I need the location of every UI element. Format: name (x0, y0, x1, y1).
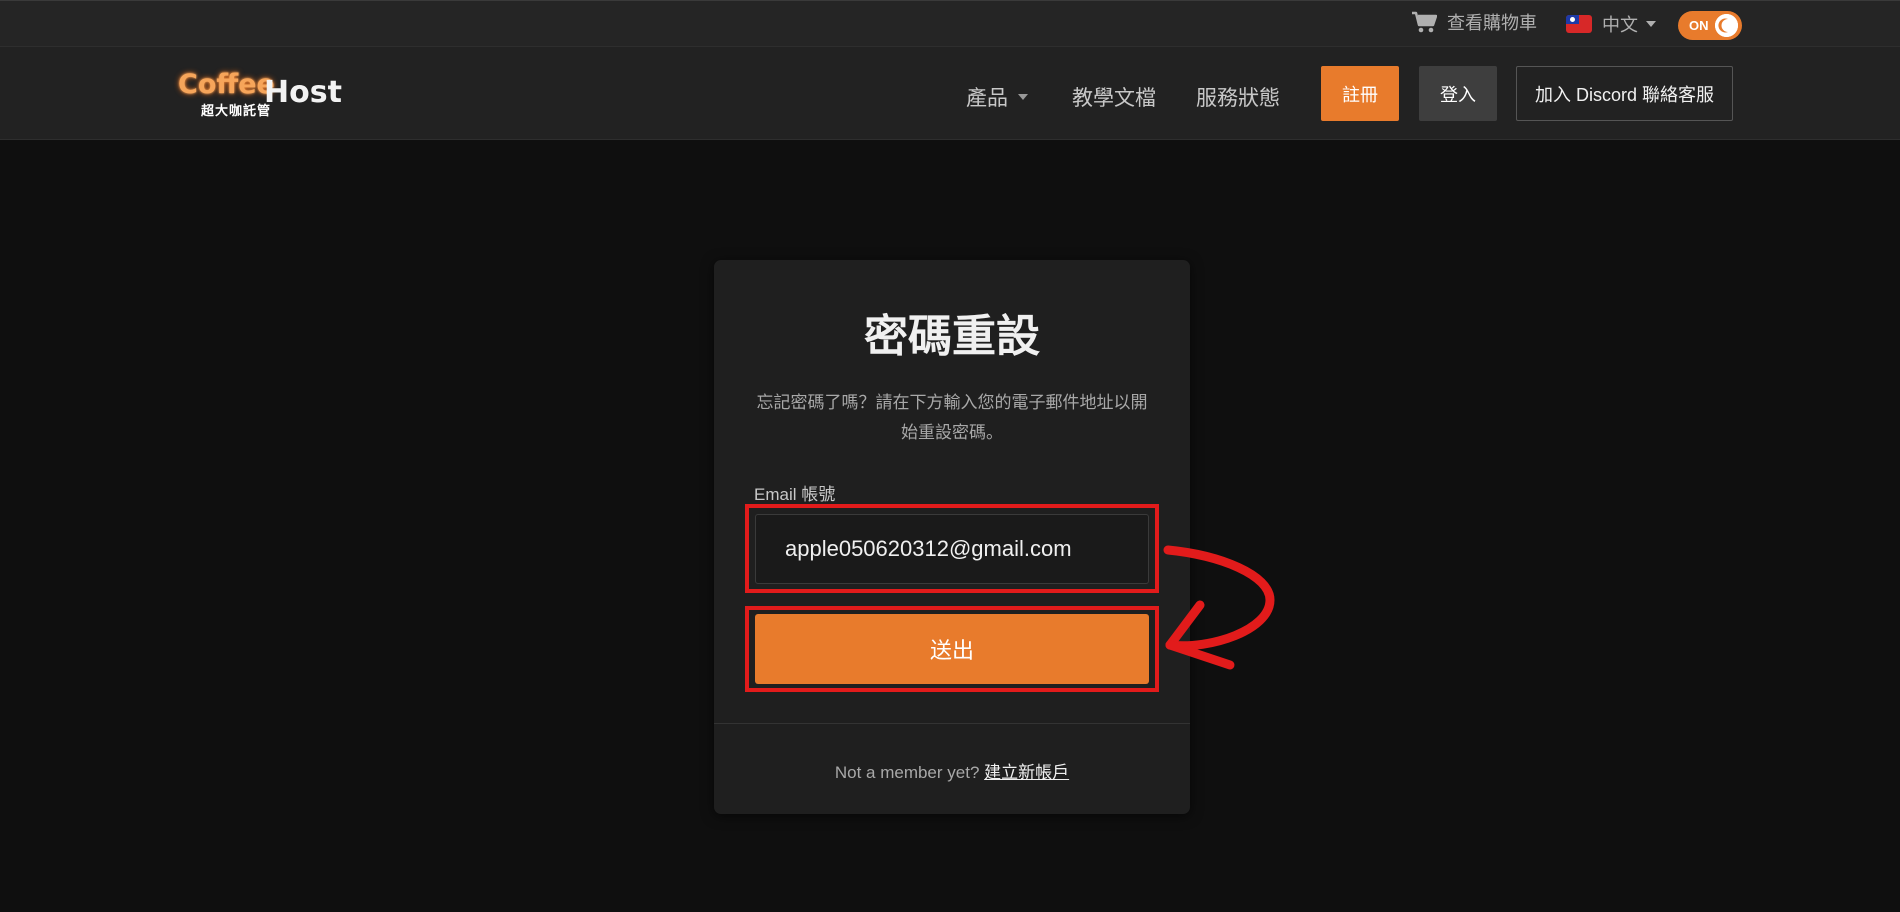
moon-icon (1715, 14, 1738, 37)
register-button[interactable]: 註冊 (1321, 66, 1399, 121)
password-reset-card: 密碼重設 忘記密碼了嗎？請在下方輸入您的電子郵件地址以開始重設密碼。 Email… (714, 260, 1190, 814)
reset-description: 忘記密碼了嗎？請在下方輸入您的電子郵件地址以開始重設密碼。 (756, 393, 1148, 442)
logo-coffee-text: Coffee (178, 69, 275, 100)
nav-status-label: 服務狀態 (1196, 87, 1280, 110)
chevron-down-icon (1018, 94, 1028, 100)
logo-host-text: Host (264, 75, 342, 110)
language-selector[interactable]: 中文 (1566, 11, 1656, 37)
signup-prompt-text: Not a member yet? (834, 763, 980, 782)
nav-products[interactable]: 產品 (966, 82, 1028, 112)
nav-products-label: 產品 (966, 87, 1008, 110)
chevron-down-icon (1646, 21, 1656, 27)
annotation-arrow (1163, 545, 1275, 670)
discord-support-button[interactable]: 加入 Discord 聯絡客服 (1516, 66, 1733, 121)
theme-toggle-label: ON (1689, 18, 1709, 33)
language-label: 中文 (1602, 15, 1638, 35)
top-utility-bar: 查看購物車 中文 ON (0, 0, 1900, 46)
coffeehost-logo[interactable]: Coffee 超大咖託管 Host (178, 69, 342, 119)
cart-icon (1411, 11, 1437, 33)
taiwan-flag-icon (1566, 15, 1592, 33)
email-field[interactable] (755, 514, 1149, 584)
main-navbar: Coffee 超大咖託管 Host 產品 教學文檔 服務狀態 註冊 登入 加入 … (0, 46, 1900, 140)
page-title: 密碼重設 (864, 312, 1040, 361)
nav-docs-label: 教學文檔 (1072, 87, 1156, 110)
signup-prompt: Not a member yet? 建立新帳戶 (714, 758, 1190, 783)
view-cart-link[interactable]: 查看購物車 (1411, 9, 1537, 35)
login-button[interactable]: 登入 (1419, 66, 1497, 121)
logo-subtitle: 超大咖託管 (201, 103, 272, 118)
nav-docs[interactable]: 教學文檔 (1072, 82, 1156, 112)
email-field-label: Email 帳號 (754, 485, 836, 504)
cart-label: 查看購物車 (1447, 13, 1537, 33)
create-account-link[interactable]: 建立新帳戶 (984, 763, 1069, 782)
card-divider (714, 723, 1190, 724)
nav-status[interactable]: 服務狀態 (1196, 82, 1280, 112)
theme-toggle[interactable]: ON (1678, 11, 1742, 40)
submit-button[interactable]: 送出 (755, 614, 1149, 684)
